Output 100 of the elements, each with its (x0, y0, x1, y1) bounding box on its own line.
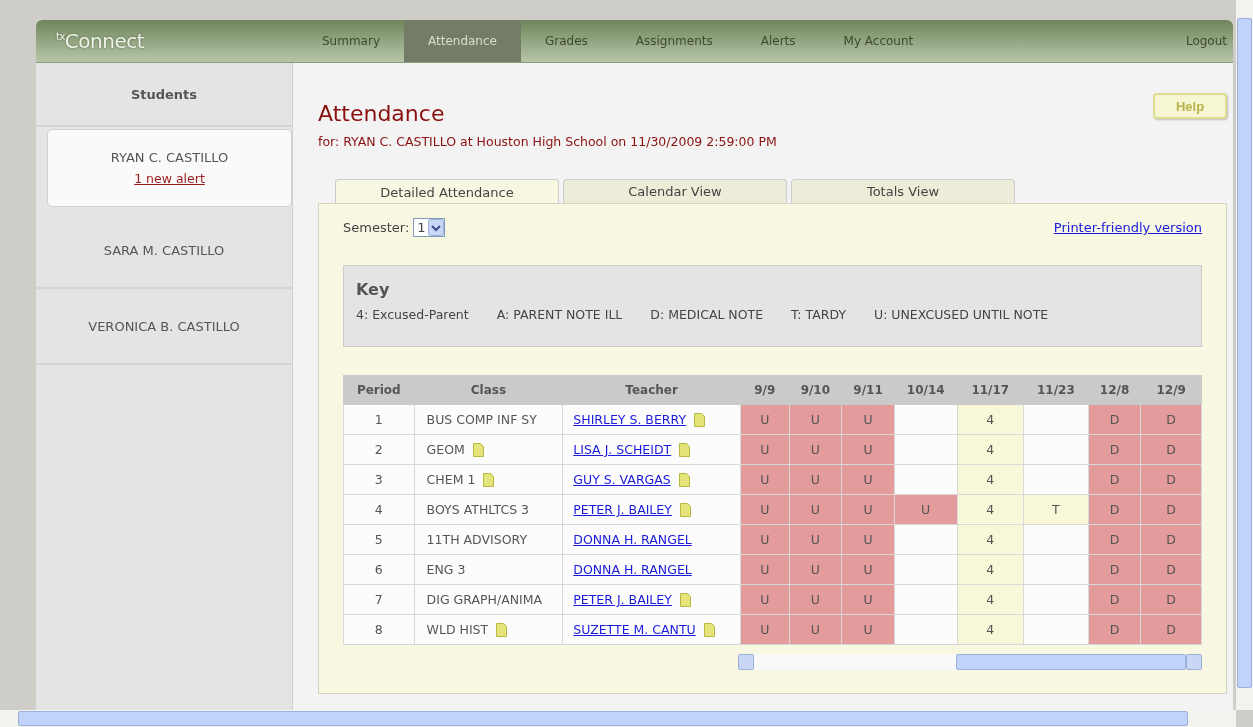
key-title: Key (356, 280, 391, 299)
key-item: 4: Excused-Parent (356, 307, 469, 322)
student-name: RYAN C. CASTILLO (110, 150, 229, 165)
attendance-cell: D (1140, 584, 1202, 615)
attendance-cell: 4 (957, 464, 1024, 495)
class-name: BOYS ATHLTCS 3 (426, 502, 529, 517)
attendance-cell: U (841, 404, 895, 435)
attendance-cell: U (789, 434, 842, 465)
note-icon[interactable] (703, 622, 715, 637)
vertical-scrollbar[interactable] (1236, 0, 1253, 710)
attendance-cell: D (1140, 464, 1202, 495)
semester-label: Semester: (343, 220, 410, 235)
nav-tab[interactable]: Assignments (611, 20, 737, 62)
student-name: SARA M. CASTILLO (103, 242, 225, 258)
note-icon[interactable] (679, 592, 691, 607)
attendance-cell: U (789, 404, 842, 435)
table-cell: 7 (343, 584, 415, 615)
note-icon[interactable] (483, 472, 495, 487)
note-icon[interactable] (679, 502, 691, 517)
attendance-cell: 4 (957, 494, 1024, 525)
attendance-cell: U (789, 464, 842, 495)
nav-tab[interactable]: My Account (819, 20, 938, 62)
student-item[interactable]: RYAN C. CASTILLO 1 new alert (47, 129, 292, 207)
attendance-cell: U (841, 494, 895, 525)
table-cell: 1 (343, 404, 415, 435)
attendance-cell: D (1088, 524, 1141, 555)
class-name: CHEM 1 (426, 472, 476, 487)
attendance-cell: U (841, 584, 895, 615)
attendance-cell: D (1140, 554, 1202, 585)
attendance-cell: 4 (957, 524, 1024, 555)
nav-tab[interactable]: Grades (520, 20, 612, 62)
table-cell: 4 (343, 494, 415, 525)
class-name: WLD HIST (426, 622, 489, 637)
printer-friendly-link[interactable]: Printer-friendly version (1053, 220, 1202, 235)
attendance-cell: D (1140, 404, 1202, 435)
tab[interactable]: Calendar View (563, 179, 787, 203)
note-icon[interactable] (694, 412, 706, 427)
attendance-cell: U (841, 524, 895, 555)
class-name: 11TH ADVISORY (426, 532, 527, 547)
note-icon[interactable] (472, 442, 484, 457)
attendance-cell: U (789, 614, 842, 645)
nav-tab[interactable]: Alerts (736, 20, 820, 62)
table-cell: 5 (343, 524, 415, 555)
attendance-cell: 4 (957, 554, 1024, 585)
attendance-cell: U (789, 584, 842, 615)
column-header: 10/14 (894, 375, 957, 405)
key-item: U: UNEXCUSED UNTIL NOTE (874, 307, 1049, 322)
table-cell: 2 (343, 434, 415, 465)
student-item[interactable]: SARA M. CASTILLO (36, 213, 292, 289)
attendance-cell: U (789, 494, 842, 525)
column-header: 11/17 (957, 375, 1024, 405)
tab[interactable]: Totals View (791, 179, 1015, 203)
class-name: GEOM (426, 442, 465, 457)
class-name: DIG GRAPH/ANIMA (426, 592, 543, 607)
table-cell: 6 (343, 554, 415, 585)
alert-link[interactable]: 1 new alert (134, 171, 205, 186)
key-item: D: MEDICAL NOTE (650, 307, 764, 322)
note-icon[interactable] (496, 622, 508, 637)
attendance-cell: U (841, 464, 895, 495)
attendance-cell: D (1088, 584, 1141, 615)
attendance-cell: D (1088, 464, 1141, 495)
key-item: T: TARDY (791, 307, 847, 322)
logo: $^{tx}$Connect (55, 29, 146, 53)
attendance-cell: D (1088, 494, 1141, 525)
attendance-cell: T (1023, 494, 1089, 525)
nav-tab[interactable]: Summary (298, 20, 404, 62)
attendance-cell: D (1088, 404, 1141, 435)
table-cell: 3 (343, 464, 415, 495)
horizontal-scrollbar[interactable] (0, 710, 1236, 727)
attendance-cell: D (1140, 614, 1202, 645)
attendance-cell: 4 (957, 584, 1024, 615)
attendance-cell: U (894, 494, 957, 525)
class-name: ENG 3 (426, 562, 466, 577)
table-scrollbar[interactable] (738, 653, 1202, 671)
class-name: BUS COMP INF SY (426, 412, 537, 427)
attendance-cell: D (1088, 614, 1141, 645)
note-icon[interactable] (678, 472, 690, 487)
semester-dropdown[interactable]: 1 (413, 218, 445, 237)
attendance-cell: U (841, 614, 895, 645)
attendance-cell: D (1140, 524, 1202, 555)
column-header: Class (414, 375, 563, 405)
table-cell: 8 (343, 614, 415, 645)
student-item[interactable]: VERONICA B. CASTILLO (36, 289, 292, 365)
tab[interactable]: Detailed Attendance (335, 179, 559, 204)
attendance-cell: D (1140, 434, 1202, 465)
column-header: 12/8 (1088, 375, 1141, 405)
attendance-cell: U (789, 524, 842, 555)
attendance-cell: U (789, 554, 842, 585)
column-header: 9/11 (841, 375, 895, 405)
key-item: A: PARENT NOTE ILL (496, 307, 623, 322)
logout-link[interactable]: Logout (1161, 20, 1233, 62)
column-header: Period (343, 375, 415, 405)
note-icon[interactable] (679, 442, 691, 457)
column-header: 9/10 (789, 375, 842, 405)
attendance-cell: U (841, 434, 895, 465)
page-subtitle: for: RYAN C. CASTILLO at Houston High School on 11/30/2009 2:59:00 PM (318, 134, 777, 149)
column-header: 9/9 (740, 375, 790, 405)
column-header: 11/23 (1023, 375, 1089, 405)
attendance-cell: D (1088, 434, 1141, 465)
attendance-cell: D (1088, 554, 1141, 585)
